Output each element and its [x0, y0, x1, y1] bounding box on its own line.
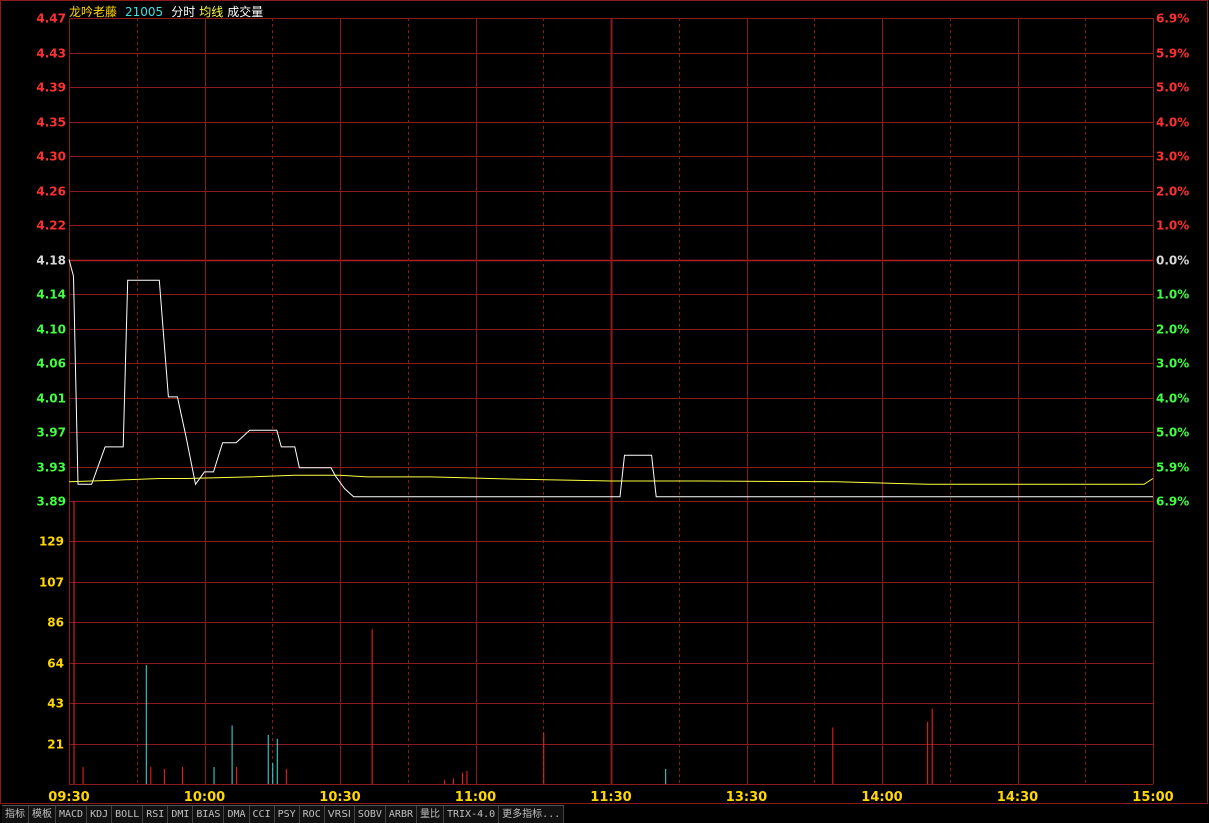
percent-tick-label: 6.9%: [1156, 12, 1189, 26]
indicator-tab[interactable]: 更多指标...: [499, 806, 565, 823]
percent-tick-label: 6.9%: [1156, 495, 1189, 509]
percent-tick-label: 3.0%: [1156, 357, 1189, 371]
intraday-chart[interactable]: 4.47 6.9% 4.43 5.9% 4.39 5.0% 4.35 4.0% 4.30 3.0%…: [0, 0, 1209, 823]
time-tick-label: 15:00: [1132, 790, 1173, 805]
label-time-share: 分时: [171, 5, 196, 19]
indicator-tab[interactable]: PSY: [274, 806, 300, 823]
indicator-tab[interactable]: BOLL: [112, 806, 144, 823]
time-tick-label: 14:00: [861, 790, 902, 805]
price-tick-label: 4.06: [36, 357, 66, 371]
indicator-tab[interactable]: DMA: [224, 806, 250, 823]
label-average: 均线: [199, 5, 224, 19]
percent-tick-label: 3.0%: [1156, 150, 1189, 164]
percent-tick-label: 5.0%: [1156, 426, 1189, 440]
price-tick-label: 4.14: [36, 288, 66, 302]
indicator-tab[interactable]: ROC: [299, 806, 325, 823]
label-volume: 成交量: [227, 5, 264, 19]
time-tick-label: 13:30: [726, 790, 767, 805]
price-tick-label: 4.18: [36, 254, 66, 268]
stock-code: 21005: [125, 5, 164, 19]
price-tick-label: 4.10: [36, 323, 66, 337]
percent-tick-label: 0.0%: [1156, 254, 1189, 268]
indicator-tab[interactable]: 量比: [417, 806, 444, 823]
volume-tick-label: 64: [47, 657, 64, 671]
time-tick-label: 10:00: [184, 790, 225, 805]
price-tick-label: 4.39: [36, 81, 66, 95]
indicator-tab[interactable]: DMI: [168, 806, 194, 823]
time-tick-label: 11:30: [590, 790, 631, 805]
indicator-toolbar: 指标 模板 MACD KDJ BOLL RSI DMI BIAS DMA CCI PSY ROC VRS…: [2, 805, 565, 823]
indicator-tab[interactable]: MACD: [56, 806, 88, 823]
percent-tick-label: 1.0%: [1156, 288, 1189, 302]
percent-tick-label: 5.9%: [1156, 47, 1189, 61]
percent-tick-label: 5.9%: [1156, 461, 1189, 475]
indicator-tab[interactable]: 模板: [29, 806, 56, 823]
price-tick-label: 4.35: [36, 116, 66, 130]
indicator-tab[interactable]: SOBV: [354, 806, 386, 823]
indicator-tab[interactable]: BIAS: [193, 806, 225, 823]
price-tick-label: 3.89: [36, 495, 66, 509]
price-tick-label: 4.22: [36, 219, 66, 233]
volume-tick-label: 86: [47, 616, 64, 630]
volume-tick-label: 107: [39, 576, 64, 590]
price-tick-label: 4.30: [36, 150, 66, 164]
price-tick-label: 4.43: [36, 47, 66, 61]
volume-tick-label: 21: [47, 738, 64, 752]
percent-tick-label: 1.0%: [1156, 219, 1189, 233]
indicator-tab[interactable]: TRIX-4.0: [444, 806, 500, 823]
percent-tick-label: 2.0%: [1156, 185, 1189, 199]
indicator-tab[interactable]: RSI: [143, 806, 169, 823]
indicator-tab[interactable]: KDJ: [87, 806, 113, 823]
percent-tick-label: 4.0%: [1156, 116, 1189, 130]
indicator-tab[interactable]: CCI: [249, 806, 275, 823]
volume-tick-label: 129: [39, 535, 64, 549]
price-tick-label: 3.93: [36, 461, 66, 475]
time-tick-label: 14:30: [997, 790, 1038, 805]
chart-title: 龙吟老藤 21005 分时 均线 成交量: [69, 3, 271, 19]
indicator-tab[interactable]: 指标: [2, 806, 29, 823]
time-tick-label: 09:30: [48, 790, 89, 805]
price-tick-label: 4.26: [36, 185, 66, 199]
chart-frame: [0, 0, 1208, 804]
indicator-tab[interactable]: VRSI: [324, 806, 355, 823]
volume-tick-label: 43: [47, 697, 64, 711]
indicator-tab[interactable]: ARBR: [385, 806, 417, 823]
percent-tick-label: 5.0%: [1156, 81, 1189, 95]
price-tick-label: 4.01: [36, 392, 66, 406]
time-tick-label: 10:30: [319, 790, 360, 805]
percent-tick-label: 4.0%: [1156, 392, 1189, 406]
price-tick-label: 4.47: [36, 12, 66, 26]
price-tick-label: 3.97: [36, 426, 66, 440]
percent-tick-label: 2.0%: [1156, 323, 1189, 337]
stock-name: 龙吟老藤: [69, 5, 118, 19]
time-tick-label: 11:00: [455, 790, 496, 805]
